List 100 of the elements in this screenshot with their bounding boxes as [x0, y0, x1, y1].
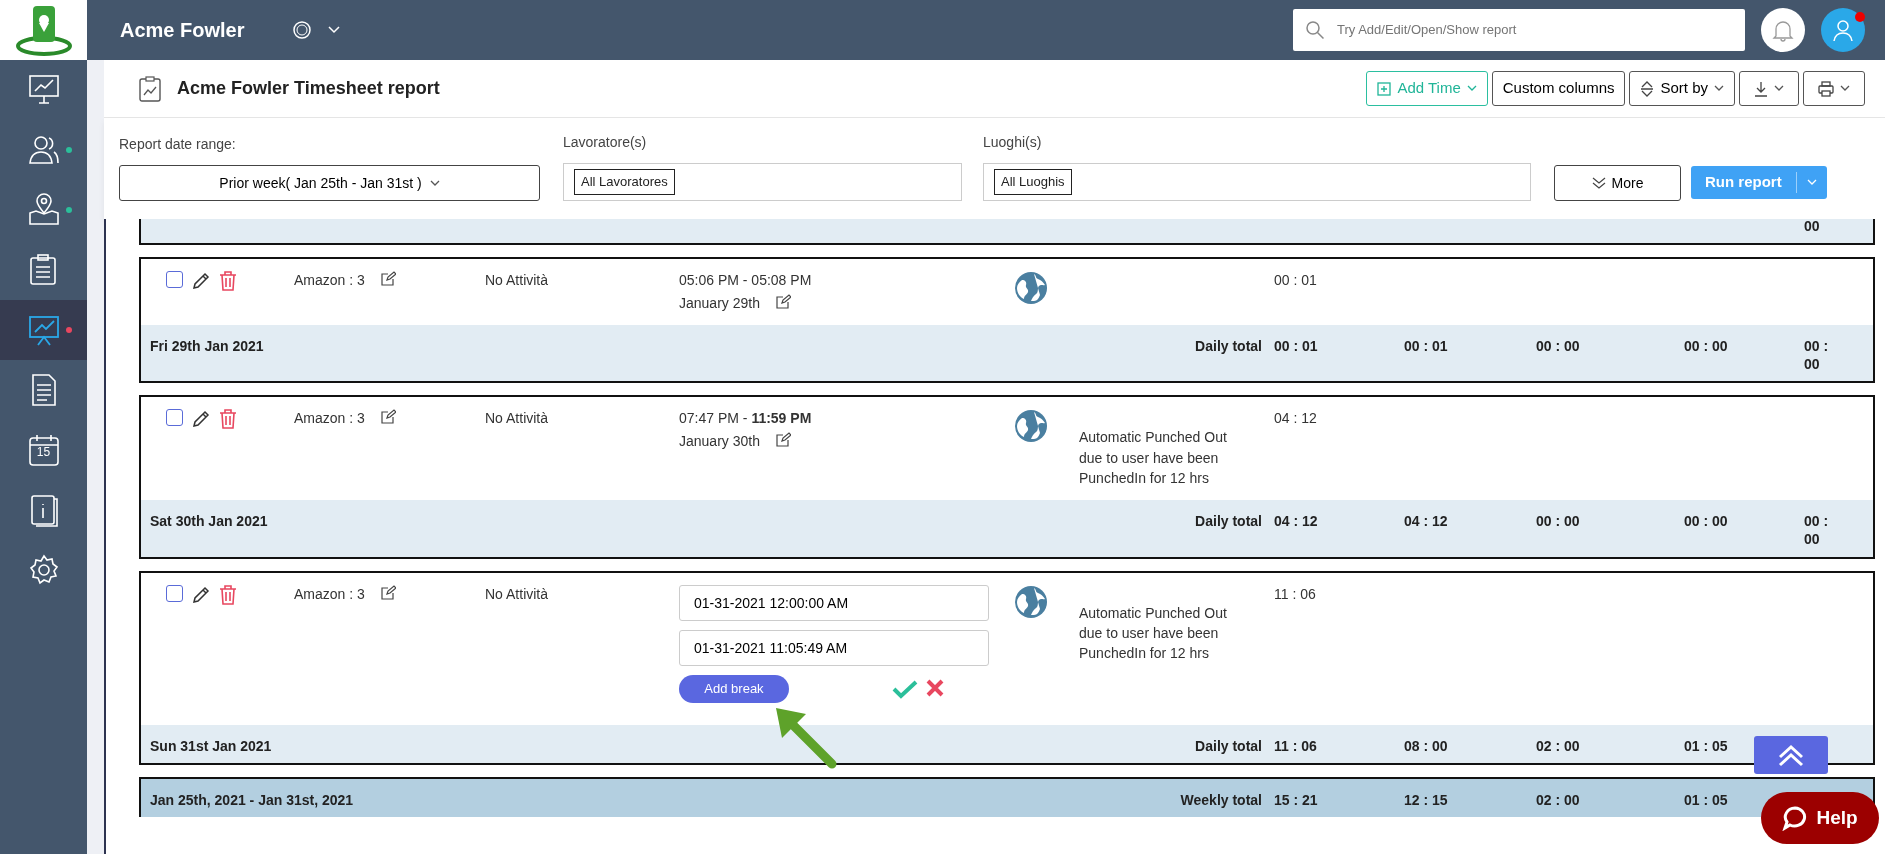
brand-name: Acme Fowler [120, 18, 245, 43]
currency-dropdown[interactable] [292, 20, 341, 40]
entry-hours: 00 : 01 [1274, 271, 1318, 291]
total-date: Sat 30th Jan 2021 [150, 512, 269, 532]
time-range: 05:06 PM - 05:08 PM [679, 271, 813, 291]
caret-icon [1466, 85, 1477, 92]
start-time-field[interactable]: 01-31-2021 12:00:00 AM [679, 584, 989, 621]
filter-label: Luoghi(s) [983, 133, 1043, 152]
total-value: 04 : 12 [1404, 512, 1449, 532]
total-value: 00 : 00 [1684, 512, 1729, 532]
globe-icon [1014, 409, 1048, 444]
sort-by-button[interactable]: Sort by [1629, 71, 1735, 106]
trash-icon [219, 409, 237, 430]
total-label: Weekly total [1179, 790, 1263, 809]
total-value: 01 : 05 [1684, 790, 1729, 809]
total-label: Daily total [1194, 512, 1263, 532]
edit-icon [380, 271, 396, 287]
scroll-to-top-button[interactable] [1754, 736, 1828, 774]
date-range-dropdown[interactable]: Prior week( Jan 25th - Jan 31st ) [119, 165, 540, 201]
check-icon [892, 678, 918, 699]
more-button[interactable]: More [1554, 165, 1681, 201]
profile-button[interactable] [1821, 8, 1865, 52]
monitor-chart-icon [26, 73, 61, 107]
total-value: 00 : 00 [1804, 512, 1830, 549]
total-value: 00 : 00 [1684, 336, 1729, 356]
download-icon [1754, 80, 1768, 97]
activity-name: No Attività [485, 409, 550, 429]
sort-icon [1640, 80, 1655, 97]
coin-icon [292, 20, 313, 40]
filter-tag[interactable]: All Luoghis [994, 169, 1072, 195]
double-chevron-down-icon [1591, 177, 1606, 189]
filter-label: Report date range: [119, 135, 237, 154]
total-value: 15 : 21 [1274, 790, 1319, 809]
checkbox[interactable] [166, 409, 183, 427]
total-date: Sun 31st Jan 2021 [150, 736, 273, 755]
download-button[interactable] [1739, 71, 1799, 106]
entry-date: January 30th [679, 432, 760, 452]
total-value: 02 : 00 [1536, 790, 1581, 809]
total-value: 04 : 12 [1274, 512, 1319, 532]
sidebar-item[interactable] [0, 300, 87, 360]
edit-icon [775, 432, 791, 448]
plus-square-icon [1377, 81, 1392, 96]
custom-columns-button[interactable]: Custom columns [1491, 71, 1626, 106]
search-field[interactable]: Try Add/Edit/Open/Show report [1293, 9, 1745, 51]
total-value: 00 : 00 [1804, 336, 1830, 374]
help-button[interactable]: Help [1761, 792, 1879, 844]
pencil-icon [191, 584, 211, 605]
worker-select-field[interactable]: All Lavoratores [563, 163, 962, 201]
end-time-field[interactable]: 01-31-2021 11:05:49 AM [679, 629, 989, 666]
place-select-field[interactable]: All Luoghis [983, 163, 1531, 201]
total-date: Jan 25th, 2021 - Jan 31st, 2021 [150, 790, 355, 809]
note-text: Automatic Punched Out due to user have been PunchedIn for 12 hrs [1079, 603, 1228, 664]
search-icon [1305, 20, 1325, 40]
add-break-button[interactable]: Add break [679, 674, 789, 703]
total-label: Daily total [1194, 736, 1263, 755]
total-value: 00 : 00 [1536, 336, 1581, 356]
total-value: 11 : 06 [1274, 736, 1318, 755]
entry-hours: 04 : 12 [1274, 409, 1318, 429]
entry-hours: 11 : 06 [1274, 584, 1317, 604]
sidebar-item[interactable]: 15 [0, 420, 87, 480]
total-label: Daily total [1194, 336, 1263, 356]
checkbox[interactable] [166, 271, 183, 289]
caret-icon [1774, 85, 1784, 92]
note-text: Automatic Punched Out due to user have been PunchedIn for 12 hrs [1079, 428, 1228, 488]
total-value: 00 : 01 [1274, 336, 1319, 356]
edit-icon [380, 409, 396, 425]
double-chevron-up-icon [1776, 743, 1806, 767]
caret-icon [1840, 85, 1850, 92]
caret-icon [1806, 179, 1817, 186]
filter-tag[interactable]: All Lavoratores [574, 169, 675, 195]
print-button[interactable] [1803, 71, 1865, 106]
notification-button[interactable] [1761, 8, 1805, 52]
caret-icon [1714, 85, 1724, 92]
project-name: Amazon : 3 [294, 409, 365, 429]
total-value: 12 : 15 [1404, 790, 1449, 809]
time-range: 07:47 PM - 11:59 PM [679, 409, 813, 429]
total-value: 01 : 05 [1684, 736, 1729, 755]
total-value: 08 : 00 [1404, 736, 1449, 755]
total-value: 00 : 00 [1536, 512, 1581, 532]
printer-icon [1818, 80, 1834, 97]
pencil-icon [191, 409, 211, 430]
presentation-chart-icon [26, 313, 61, 347]
people-icon [26, 133, 61, 167]
caret-icon [328, 26, 341, 34]
caret-icon [429, 179, 440, 187]
calendar-day-number: 15 [35, 446, 52, 458]
bell-icon [1772, 18, 1794, 42]
entry-date: January 29th [679, 294, 760, 313]
project-name: Amazon : 3 [294, 271, 365, 291]
pencil-icon [191, 271, 211, 292]
edit-icon [775, 294, 791, 310]
trash-icon [219, 271, 237, 292]
total-value: 00 [1804, 219, 1821, 236]
filter-label: Lavoratore(s) [563, 133, 648, 152]
trash-icon [219, 584, 237, 605]
report-title: Acme Fowler Timesheet report [177, 77, 440, 100]
activity-name: No Attività [485, 271, 550, 291]
globe-icon [1014, 271, 1048, 306]
checkbox[interactable] [166, 584, 183, 602]
activity-name: No Attività [485, 584, 550, 604]
